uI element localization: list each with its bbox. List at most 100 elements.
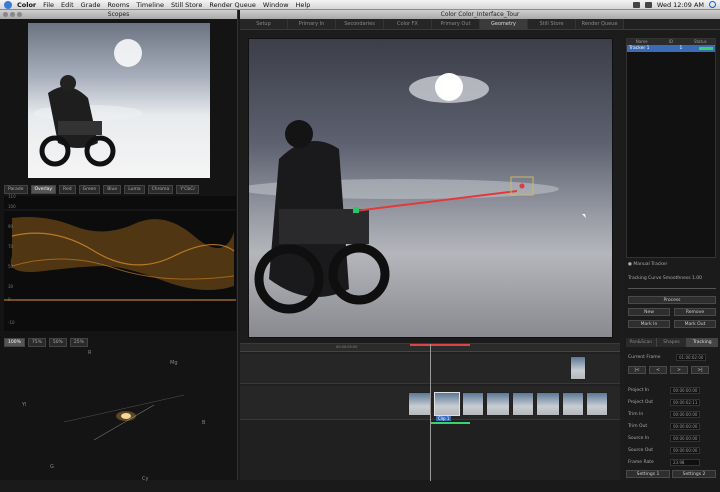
scopes-title: Scopes [107,11,130,18]
vector-label-yl: Yl [21,402,26,408]
menu-still-store[interactable]: Still Store [171,1,202,9]
scope-tab-blue[interactable]: Blue [103,185,122,194]
frame-rate-field[interactable]: 23.98 [670,459,700,466]
settings-2-tab[interactable]: Settings 2 [672,470,716,478]
manual-tracker-checkbox[interactable]: ● Manual Tracker [628,262,667,267]
current-frame-field[interactable]: 01:00:02:00 [676,354,706,361]
menu-window[interactable]: Window [263,1,289,9]
step-back-icon[interactable]: < [649,366,667,374]
spotlight-search-icon[interactable] [709,1,716,8]
scope-tab-red[interactable]: Red [59,185,76,194]
waveform-label: 100 [8,204,16,209]
menu-help[interactable]: Help [296,1,311,9]
remove-button[interactable]: Remove [674,308,716,316]
timeline-clip[interactable] [462,392,484,416]
playhead[interactable] [430,344,431,481]
tab-render-queue[interactable]: Render Queue [576,19,624,29]
main-title-bar: Color Color_Interface_Tour [240,10,720,19]
zoom-100-button[interactable]: 100% [4,338,25,347]
mark-in-button[interactable]: Mark In [628,320,670,328]
image-preview [28,23,210,178]
menu-grade[interactable]: Grade [81,1,101,9]
settings-1-tab[interactable]: Settings 1 [626,470,670,478]
project-in-field[interactable]: 00:00:00:00 [670,387,700,394]
current-frame-label: Current Frame [628,355,661,360]
tab-primary-in[interactable]: Primary In [288,19,336,29]
tab-still-store[interactable]: Still Store [528,19,576,29]
menu-clock[interactable]: Wed 12:09 AM [657,1,704,9]
viewer-image [249,73,586,314]
scope-tab-ycbcr[interactable]: Y'CbCr [176,185,200,194]
col-id[interactable]: ID [656,39,685,45]
tab-setup[interactable]: Setup [240,19,288,29]
timeline-clip[interactable] [408,392,432,416]
zoom-icon[interactable] [17,12,22,17]
scopes-window: Scopes Parade Overlay Red Green Blue Lum… [0,10,238,482]
step-forward-icon[interactable]: > [670,366,688,374]
vectorscope-zoom-tabs: 100% 75% 50% 25% [4,338,88,347]
menu-bar: Color File Edit Grade Rooms Timeline Sti… [0,0,720,10]
tab-secondaries[interactable]: Secondaries [336,19,384,29]
scopes-title-bar: Scopes [0,10,237,19]
smoothness-slider[interactable] [628,288,716,289]
source-out-field[interactable]: 00:00:00:00 [670,447,700,454]
volume-icon[interactable] [644,1,652,8]
preview-viewer[interactable] [248,38,613,338]
trim-out-field[interactable]: 00:00:00:00 [670,423,700,430]
tab-pan-scan[interactable]: Pan&Scan [626,338,657,347]
col-status[interactable]: Status [686,39,715,45]
vector-label-r: R [88,350,92,356]
vector-label-b: B [202,420,206,426]
tab-color-fx[interactable]: Color FX [384,19,432,29]
go-to-start-icon[interactable]: |< [628,366,646,374]
source-in-field[interactable]: 00:00:00:00 [670,435,700,442]
timeline-clip[interactable] [586,392,608,416]
window-controls [3,12,22,17]
tracker-list-header: Name ID Status [627,39,715,45]
timeline-clip[interactable] [536,392,560,416]
scope-tab-chroma[interactable]: Chroma [147,185,174,194]
timeline-clip[interactable] [562,392,584,416]
trim-in-field[interactable]: 00:00:00:00 [670,411,700,418]
vector-label-mg: Mg [170,360,178,366]
tab-shapes[interactable]: Shapes [656,338,688,347]
battery-icon[interactable] [632,1,640,8]
tracker-row[interactable]: Tracker 1 1 [627,45,715,52]
mark-out-button[interactable]: Mark Out [674,320,716,328]
timeline-clip-selected[interactable] [434,392,460,416]
go-to-end-icon[interactable]: >| [691,366,709,374]
source-in-label: Source In [628,436,650,441]
timeline-clip[interactable] [512,392,534,416]
zoom-75-button[interactable]: 75% [27,338,46,347]
scope-tab-overlay[interactable]: Overlay [30,185,57,194]
menu-rooms[interactable]: Rooms [107,1,129,9]
project-in-label: Project In [628,388,650,393]
zoom-25-button[interactable]: 25% [69,338,88,347]
tab-primary-out[interactable]: Primary Out [432,19,480,29]
project-out-field[interactable]: 00:00:02:11 [670,399,700,406]
apple-menu-icon[interactable] [4,0,12,9]
menu-timeline[interactable]: Timeline [136,1,164,9]
new-button[interactable]: New [628,308,670,316]
tab-tracking[interactable]: Tracking [687,338,719,347]
frame-rate-label: Frame Rate [628,460,654,465]
tracker-status-bar [699,47,713,50]
timeline-clip[interactable] [486,392,510,416]
scope-tab-luma[interactable]: Luma [124,185,145,194]
menu-file[interactable]: File [43,1,54,9]
curve-smoothness-value[interactable]: 1.00 [692,276,702,281]
render-range-bar [410,344,470,346]
timeline-clip-upper[interactable] [570,356,586,380]
menu-render-queue[interactable]: Render Queue [209,1,256,9]
scope-tab-green[interactable]: Green [78,185,101,194]
close-icon[interactable] [3,12,8,17]
minimize-icon[interactable] [10,12,15,17]
tab-geometry[interactable]: Geometry [480,19,528,29]
process-button[interactable]: Process [628,296,716,304]
zoom-50-button[interactable]: 50% [48,338,67,347]
waveform-label: 30 [8,284,14,289]
menu-edit[interactable]: Edit [61,1,74,9]
col-name[interactable]: Name [627,39,656,45]
menu-color[interactable]: Color [17,1,36,9]
scope-tab-parade[interactable]: Parade [4,185,28,194]
